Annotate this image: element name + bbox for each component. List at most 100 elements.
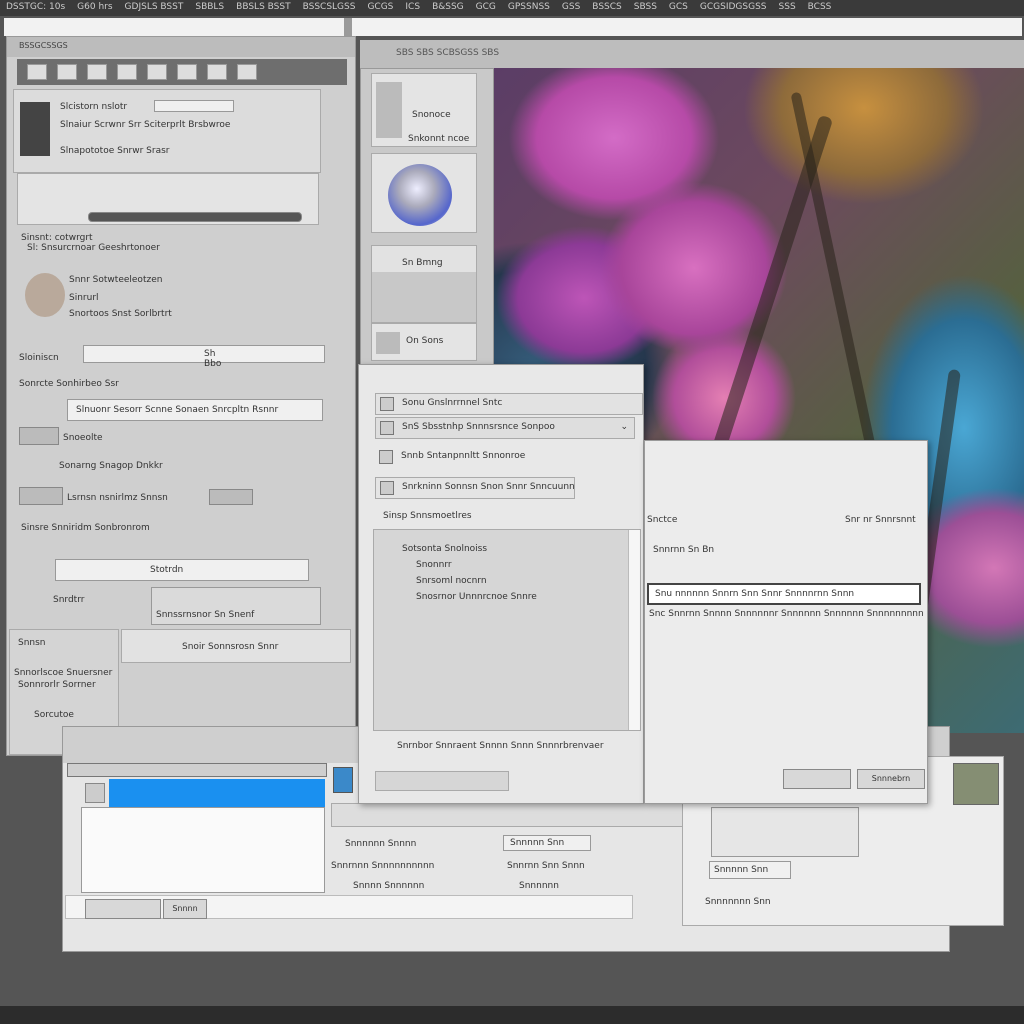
- preview-strip: [17, 173, 319, 225]
- avatar[interactable]: [25, 273, 65, 317]
- menu-item[interactable]: G60 hrs: [71, 0, 118, 14]
- title-strip: [4, 18, 1022, 36]
- dialog-row-4-icon: [380, 481, 394, 495]
- list-item[interactable]: Snonnrr: [416, 560, 452, 570]
- bottom-footer-left-button[interactable]: [85, 899, 161, 919]
- small-button[interactable]: [209, 489, 253, 505]
- layer-name: Slcistorn nslotr: [60, 102, 128, 112]
- main-input[interactable]: Slnuonr Sesorr Scnne Sonaen Snrcpltn Rsn…: [67, 399, 323, 421]
- car-icon[interactable]: [237, 64, 257, 80]
- menu-item[interactable]: GCGS: [361, 0, 399, 14]
- slider-track[interactable]: [88, 212, 302, 222]
- menu-item[interactable]: B&SSG: [426, 0, 470, 14]
- layer-name-2: Slnapototoe Snrwr Srasr: [60, 146, 170, 156]
- sub-b: Snnorlscoe Snuersner: [14, 668, 113, 678]
- color-swatch[interactable]: [953, 763, 999, 805]
- option-toggle-2[interactable]: [19, 487, 63, 505]
- dialog-row-3-icon: [379, 450, 393, 464]
- menu-item[interactable]: GCGSIDGSGSS: [694, 0, 773, 14]
- menu-item[interactable]: SBBLS: [189, 0, 230, 14]
- dialog-bottom-field[interactable]: [375, 771, 509, 791]
- menu-item[interactable]: GDJSLS BSST: [119, 0, 190, 14]
- thumbnail-2[interactable]: [371, 153, 477, 233]
- item-3: Lsrnsn nsnirlmz Snnsn: [67, 493, 168, 503]
- path-field[interactable]: [331, 803, 683, 827]
- pane-description: Snc Snnrnn Snnnn Snnnnnnr Snnnnnn Snnnnn…: [649, 609, 924, 619]
- profile-name: Snnr Sotwteeleotzen: [69, 275, 163, 285]
- menu-item[interactable]: GSS: [556, 0, 586, 14]
- folder-icon[interactable]: [27, 64, 47, 80]
- sub-d: Sorcutoe: [34, 710, 74, 720]
- file-icon[interactable]: [85, 783, 105, 803]
- dialog-row-2[interactable]: SnS Sbsstnhp Snnnsrsnce Sonpoo ⌄: [375, 417, 635, 439]
- menu-item[interactable]: BCSS: [802, 0, 838, 14]
- selected-row[interactable]: [109, 779, 325, 807]
- menu-item[interactable]: ICS: [399, 0, 426, 14]
- layer-thumbnail[interactable]: [20, 102, 50, 156]
- thumbnail-4[interactable]: On Sons: [371, 323, 477, 361]
- document-tab-bar[interactable]: SBS SBS SCBSGSS SBS: [360, 40, 1024, 68]
- dialog-row-2-icon: [380, 421, 394, 435]
- panel-toolbar: [17, 59, 347, 85]
- bottom-label-e: Snnrnn Snn Snnn: [507, 861, 585, 871]
- dialog-bottom-row[interactable]: Snrnbor Snnraent Snnnn Snnn Snnnrbrenvae…: [397, 741, 604, 751]
- menu-item[interactable]: GCS: [663, 0, 694, 14]
- brush-icon[interactable]: [177, 64, 197, 80]
- bottom-tab-strip[interactable]: [67, 763, 327, 777]
- list-item[interactable]: Sotsonta Snolnoiss: [402, 544, 487, 554]
- profile-sub: Sinrurl: [69, 293, 99, 303]
- center-button[interactable]: Stotrdn: [55, 559, 309, 581]
- image-icon[interactable]: [117, 64, 137, 80]
- menu-item[interactable]: GPSSNSS: [502, 0, 556, 14]
- file-list[interactable]: [81, 807, 325, 893]
- right-preview[interactable]: [711, 807, 859, 857]
- crop-icon[interactable]: [147, 64, 167, 80]
- section-2: Sinsre Snniridm Sonbronrom: [21, 523, 150, 533]
- field-value[interactable]: Sh Bbo: [83, 345, 325, 369]
- thumbnail-3[interactable]: Sn Bmng: [371, 245, 477, 323]
- bottom-label-a: Snnnnnn Snnnn: [345, 839, 417, 849]
- option-list[interactable]: Sotsonta Snolnoiss Snonnrr Snrsoml nocnr…: [373, 529, 641, 731]
- pane-label-right: Snr nr Snnrsnnt: [845, 515, 916, 525]
- foot-1: Snrdtrr: [53, 595, 85, 605]
- item-1: Snoeolte: [63, 433, 103, 443]
- cancel-button[interactable]: Snnnebrn: [857, 769, 925, 789]
- grid-icon[interactable]: [87, 64, 107, 80]
- layer-name-field[interactable]: [154, 100, 234, 112]
- ok-button[interactable]: [783, 769, 851, 789]
- menu-item[interactable]: BSSCS: [586, 0, 627, 14]
- bottom-footer-button[interactable]: Snnnn: [163, 899, 207, 919]
- right-label-1[interactable]: Snnnnn Snn: [709, 861, 791, 879]
- dialog-row-1-icon: [380, 397, 394, 411]
- sub-c: Sonnrorlr Sorrner: [18, 680, 96, 690]
- dialog-row-3[interactable]: Snnb Sntanpnnltt Snnonroe: [375, 447, 575, 469]
- thumbnail-1-sub: Snkonnt ncoe: [408, 134, 470, 144]
- menu-item[interactable]: GCG: [470, 0, 502, 14]
- thumbnail-1-label: Snonoce: [412, 110, 451, 120]
- selected-value-field[interactable]: Snu nnnnnn Snnrn Snn Snnr Snnnnrnn Snnn: [647, 583, 921, 605]
- menu-item[interactable]: BSSCSLGSS: [297, 0, 362, 14]
- menu-item[interactable]: BBSLS BSST: [230, 0, 296, 14]
- image-file-icon[interactable]: [333, 767, 353, 793]
- thumbnail-column: Snonoce Snkonnt ncoe Sn Bmng On Sons: [360, 68, 494, 368]
- adjust-icon[interactable]: [207, 64, 227, 80]
- menu-item[interactable]: SSS: [773, 0, 802, 14]
- thumbnail-1[interactable]: Snonoce Snkonnt ncoe: [371, 73, 477, 147]
- list-scrollbar[interactable]: [628, 530, 640, 730]
- sphere-preview: [388, 164, 452, 226]
- list-item[interactable]: Snrsoml nocnrn: [416, 576, 487, 586]
- layer-value: Slnaiur Scrwnr Srr Sciterprlt Brsbwroe: [60, 120, 231, 130]
- list-item[interactable]: Snosrnor Unnnrcnoe Snnre: [416, 592, 537, 602]
- bottom-label-d[interactable]: Snnnnn Snn: [503, 835, 591, 851]
- layers-icon[interactable]: [57, 64, 77, 80]
- dialog-row-1[interactable]: Sonu Gnslnrrnnel Sntc: [375, 393, 643, 415]
- right-label-2: Snnnnnnn Snn: [705, 897, 771, 907]
- menu-item[interactable]: DSSTGC: 10s: [0, 0, 71, 14]
- sub-a: Snnsn: [18, 638, 46, 648]
- option-toggle[interactable]: [19, 427, 59, 445]
- dialog-row-4[interactable]: Snrkninn Sonnsn Snon Snnr Snncuunn: [375, 477, 575, 499]
- panel-header: BSSGCSSGS: [7, 37, 355, 57]
- foot-2[interactable]: Snnssrnsnor Sn Snenf: [151, 587, 321, 625]
- option-row: Sonrcte Sonhirbeo Ssr: [19, 379, 119, 389]
- menu-item[interactable]: SBSS: [628, 0, 663, 14]
